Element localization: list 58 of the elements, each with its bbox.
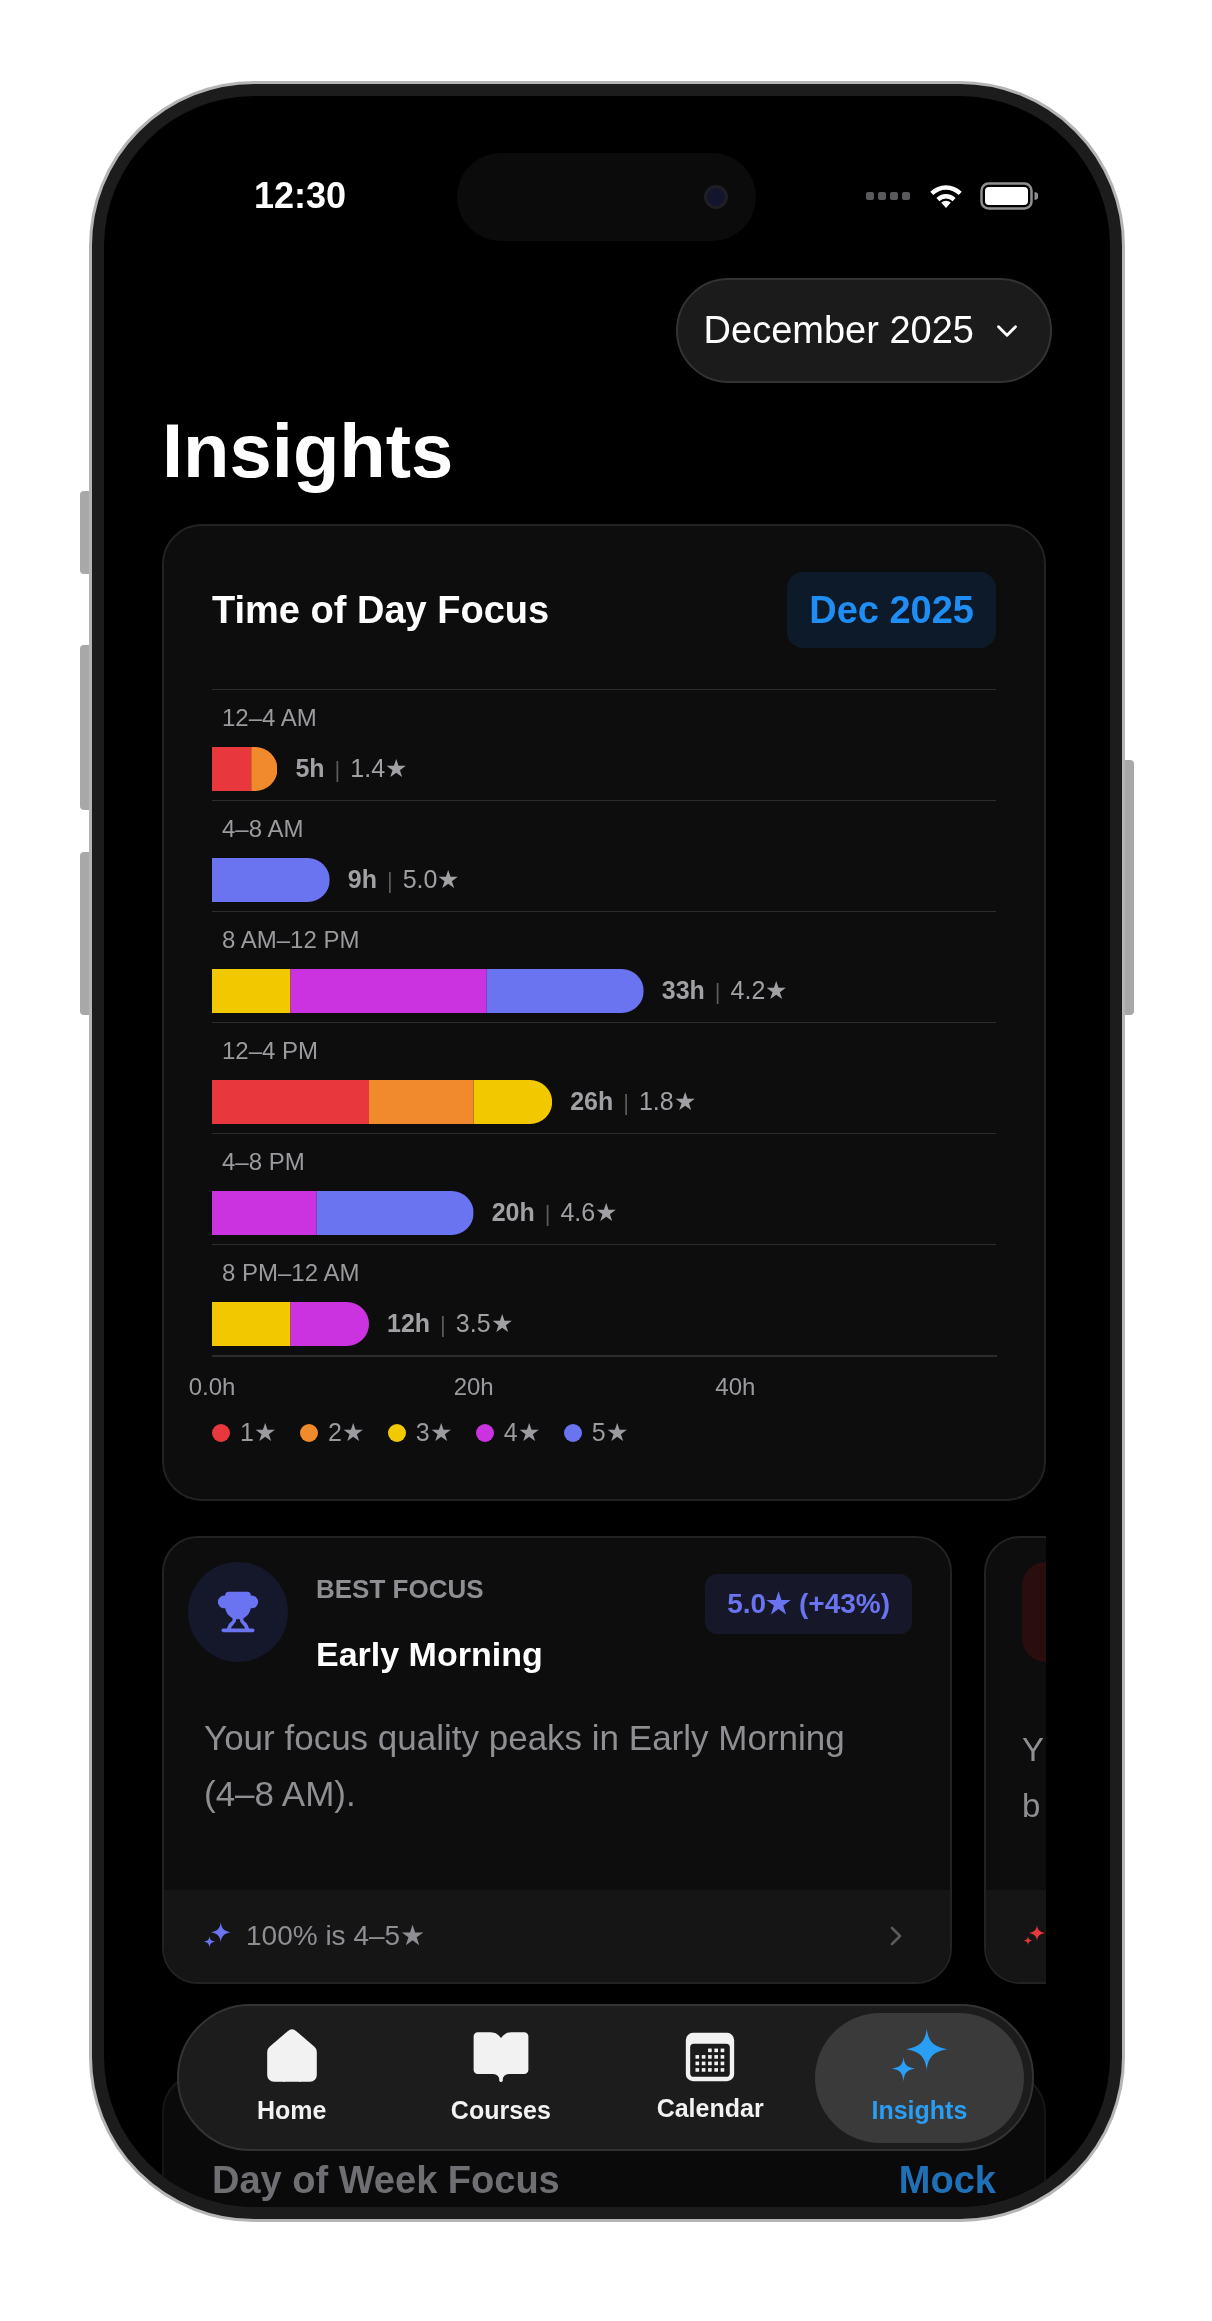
tab-item[interactable]: Home: [187, 2012, 397, 2143]
rating-value: 3.5★: [455, 1308, 513, 1340]
card-title: Time of Day Focus: [212, 587, 550, 633]
value-separator: |: [386, 866, 393, 895]
footer-text: 100% is 4–5★: [246, 1919, 426, 1953]
insight-eyebrow: BEST FOCUS: [316, 1573, 484, 1606]
time-slot-label: 8 AM–12 PM: [221, 926, 360, 954]
value-separator: |: [334, 755, 341, 784]
tab-item[interactable]: Calendar: [605, 2012, 815, 2143]
score-badge: 5.0★ (+43%): [705, 1574, 912, 1634]
insight-description: Y: [1022, 1730, 1044, 1770]
month-picker[interactable]: December 2025: [675, 278, 1052, 383]
axis-tick-label: 40h: [715, 1372, 756, 1402]
hours-value: 26h: [570, 1086, 614, 1118]
rating-value: 4.2★: [730, 975, 788, 1007]
sparkles-icon: [202, 1921, 232, 1951]
card-footer[interactable]: 100% is 4–5★: [164, 1890, 950, 1982]
time-slot-label: 12–4 AM: [221, 704, 317, 732]
tab-item[interactable]: Courses: [396, 2012, 606, 2143]
insight-card[interactable]: Y b: [984, 1536, 1046, 1984]
mock-label: Mock: [898, 2159, 996, 2201]
rating-value: 4.6★: [560, 1197, 618, 1229]
time-slot-label: 4–8 AM: [221, 815, 304, 843]
rating-value: 1.8★: [638, 1086, 696, 1118]
value-separator: |: [714, 977, 721, 1006]
legend-label: 4★: [503, 1417, 540, 1449]
section-title: Day of Week Focus: [212, 2159, 560, 2201]
battery-icon: [980, 182, 1038, 210]
page-title: Insights: [162, 407, 454, 495]
status-time: 12:30: [254, 174, 347, 218]
legend-label: 3★: [415, 1417, 452, 1449]
card-footer[interactable]: [986, 1890, 1046, 1982]
insight-description: b: [1022, 1786, 1041, 1826]
hours-value: 12h: [387, 1308, 431, 1340]
time-slot-label: 8 PM–12 AM: [221, 1259, 360, 1287]
rating-value: 5.0★: [402, 864, 460, 896]
axis-tick-label: 0.0h: [188, 1372, 236, 1402]
hours-value: 20h: [491, 1197, 535, 1229]
insight-card[interactable]: BEST FOCUS Early Morning 5.0★ (+43%) Your focus quality peaks in Early Morning (4–8 AM). 100% is 4–5★: [162, 1536, 952, 1984]
signal-icon: [866, 191, 912, 201]
time-slot-label: 4–8 PM: [221, 1148, 305, 1176]
insight-title: Early Morning: [316, 1634, 543, 1675]
time-slot-label: 12–4 PM: [221, 1037, 319, 1065]
value-separator: |: [544, 1199, 551, 1228]
axis-tick-label: 20h: [453, 1372, 494, 1402]
value-separator: |: [440, 1310, 446, 1339]
wifi-icon: [928, 182, 964, 210]
legend-label: 5★: [591, 1417, 628, 1449]
value-separator: |: [623, 1088, 629, 1117]
hours-value: 33h: [661, 975, 705, 1007]
insight-description: Your focus quality peaks in Early Morning (4–8 AM).: [204, 1717, 846, 1815]
legend-label: 1★: [240, 1417, 276, 1449]
period-badge: Dec 2025: [787, 572, 996, 648]
hours-value: 9h: [347, 864, 377, 896]
tab-item[interactable]: Insights: [814, 2012, 1024, 2143]
legend-label: 2★: [327, 1417, 364, 1449]
rating-value: 1.4★: [350, 753, 408, 785]
hours-value: 5h: [295, 753, 325, 785]
